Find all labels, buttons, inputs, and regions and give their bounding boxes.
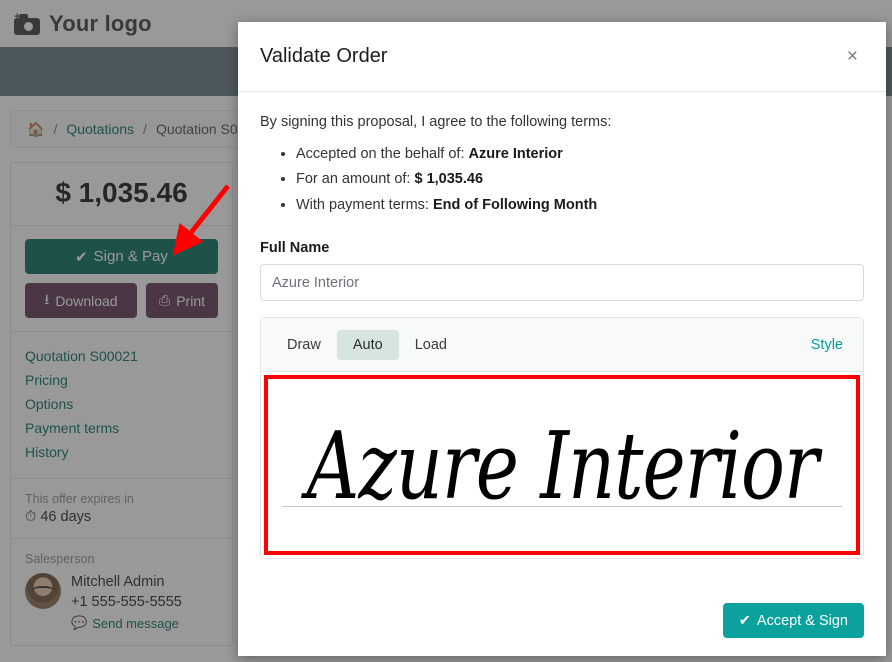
screenshot-root: + Your logo 🏠 / Quotations / Quotation S…: [0, 0, 892, 662]
full-name-input[interactable]: [260, 264, 864, 302]
check-icon: ✔: [738, 612, 751, 629]
style-link[interactable]: Style: [811, 337, 853, 353]
terms-list: Accepted on the behalf of: Azure Interio…: [260, 142, 864, 218]
accept-and-sign-label: Accept & Sign: [756, 612, 848, 629]
tab-load[interactable]: Load: [399, 330, 463, 360]
term-prefix: With payment terms:: [296, 196, 433, 213]
close-icon[interactable]: ×: [841, 43, 864, 70]
term-item-payment-terms: With payment terms: End of Following Mon…: [296, 193, 864, 218]
term-item-amount: For an amount of: $ 1,035.46: [296, 167, 864, 192]
signature-panel: Draw Auto Load Style Azure Interior: [260, 317, 864, 560]
signature-canvas[interactable]: Azure Interior: [264, 375, 860, 556]
modal-title: Validate Order: [260, 45, 388, 67]
validate-order-modal: Validate Order × By signing this proposa…: [238, 22, 886, 656]
term-value: $ 1,035.46: [414, 171, 484, 188]
full-name-label: Full Name: [260, 240, 330, 257]
term-prefix: Accepted on the behalf of:: [296, 146, 469, 162]
modal-footer: ✔ Accept & Sign: [238, 589, 886, 656]
term-value: End of Following Month: [432, 196, 598, 213]
term-prefix: For an amount of:: [296, 171, 415, 188]
modal-header: Validate Order ×: [238, 22, 886, 92]
signature-tabs: Draw Auto Load Style: [261, 318, 863, 373]
modal-intro-text: By signing this proposal, I agree to the…: [260, 114, 612, 130]
tab-auto[interactable]: Auto: [336, 329, 399, 360]
term-item-accepted: Accepted on the behalf of: Azure Interio…: [296, 142, 864, 167]
tab-draw[interactable]: Draw: [271, 330, 337, 360]
signature-text: Azure Interior: [306, 410, 818, 520]
modal-body: By signing this proposal, I agree to the…: [238, 92, 886, 589]
accept-and-sign-button[interactable]: ✔ Accept & Sign: [722, 603, 864, 638]
term-value: Azure Interior: [468, 146, 563, 162]
signature-canvas-wrap: Azure Interior: [261, 375, 863, 556]
